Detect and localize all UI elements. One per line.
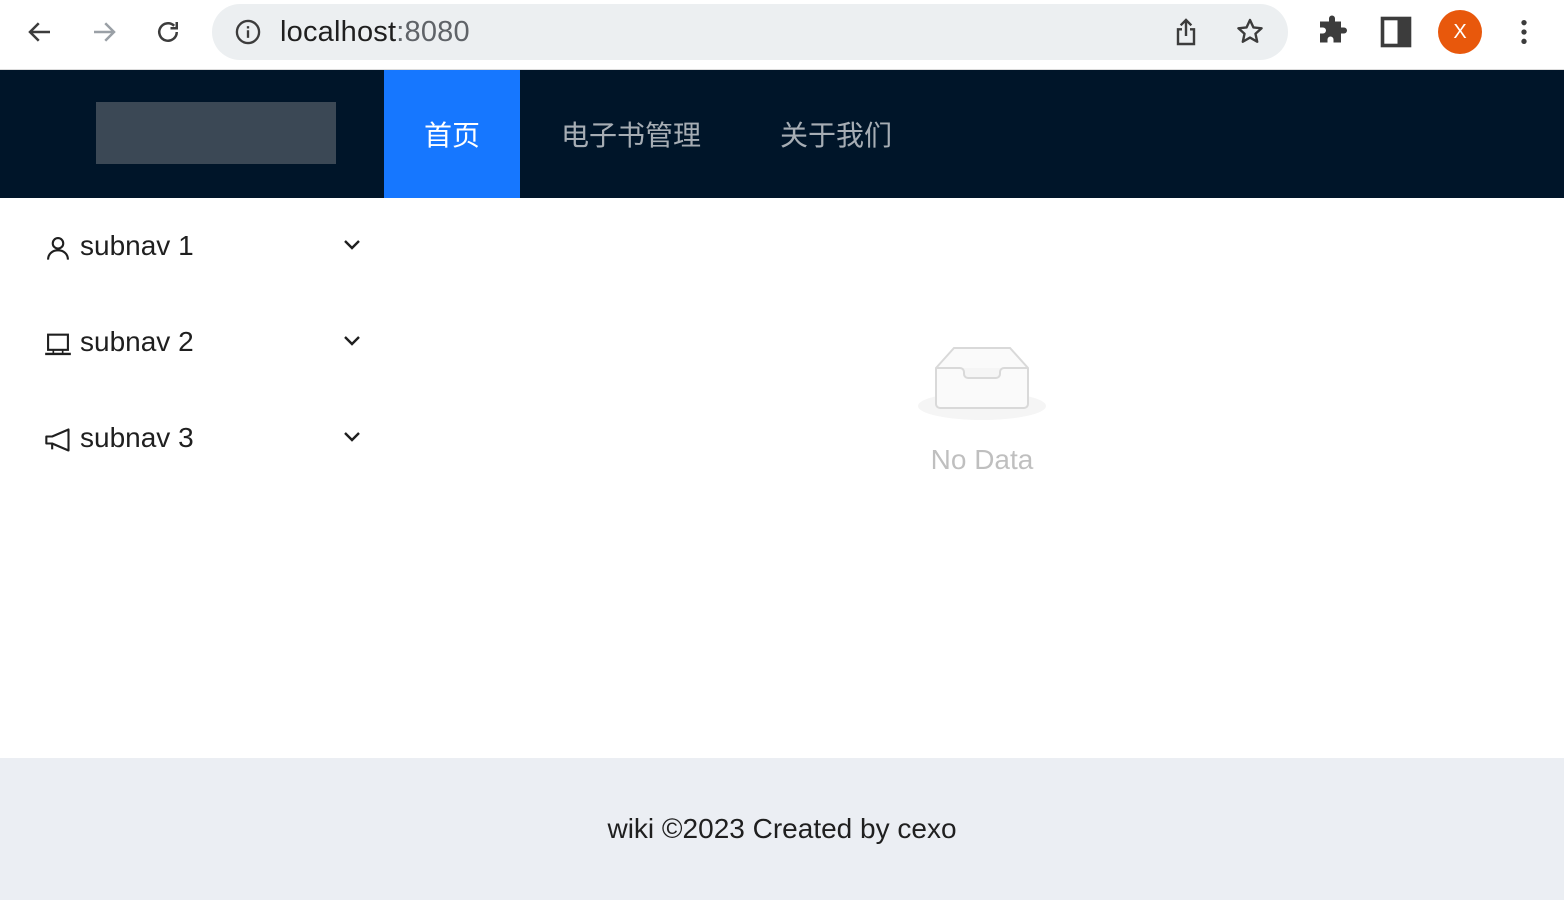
submenu-label: subnav 2: [80, 326, 194, 357]
user-icon: [47, 237, 69, 260]
url-host: localhost: [280, 16, 397, 48]
share-icon[interactable]: [1170, 16, 1202, 48]
reload-icon: [158, 22, 178, 42]
footer: wiki ©2023 Created by cexo: [0, 758, 1564, 900]
menu-item-ebook-management[interactable]: 电子书管理: [520, 70, 742, 198]
menu-dots-icon[interactable]: [1508, 14, 1540, 50]
side-menu: subnav 1 subnav 2 subnav 3: [0, 198, 384, 758]
side-panel-icon[interactable]: [1378, 14, 1414, 50]
url-port: :8080: [396, 16, 470, 48]
notification-icon: [45, 428, 70, 452]
forward-button[interactable]: [84, 12, 124, 52]
submenu-item-2[interactable]: subnav 2: [0, 294, 384, 390]
chevron-down-icon: [344, 432, 360, 442]
reload-button[interactable]: [148, 12, 188, 52]
submenu-label: subnav 3: [80, 422, 194, 453]
chevron-down-icon: [344, 240, 360, 250]
submenu-label: subnav 1: [80, 230, 194, 261]
extensions-icon[interactable]: [1314, 14, 1350, 50]
laptop-icon: [45, 333, 71, 356]
url-text[interactable]: localhost:8080: [280, 16, 470, 48]
submenu-item-3[interactable]: subnav 3: [0, 390, 384, 486]
menu-item-home[interactable]: 首页: [384, 70, 520, 198]
back-arrow-icon: [28, 22, 50, 42]
empty-inbox-icon: [918, 347, 1046, 420]
empty-text: No Data: [930, 444, 1034, 475]
menu-item-about-us[interactable]: 关于我们: [742, 70, 930, 198]
back-button[interactable]: [20, 12, 60, 52]
submenu-item-1[interactable]: subnav 1: [0, 198, 384, 294]
footer-text: wiki ©2023 Created by cexo: [607, 813, 957, 844]
star-icon[interactable]: [1234, 16, 1266, 48]
browser-toolbar: localhost:8080 X: [0, 0, 1564, 70]
info-icon[interactable]: [234, 18, 262, 46]
chevron-down-icon: [344, 336, 360, 346]
forward-arrow-icon: [94, 22, 116, 42]
address-bar[interactable]: localhost:8080: [212, 4, 1288, 60]
app-header: 首页 电子书管理 关于我们: [0, 70, 1564, 198]
profile-avatar[interactable]: X: [1438, 10, 1482, 54]
logo-placeholder: [96, 102, 336, 164]
content-area: No Data: [384, 198, 1564, 758]
